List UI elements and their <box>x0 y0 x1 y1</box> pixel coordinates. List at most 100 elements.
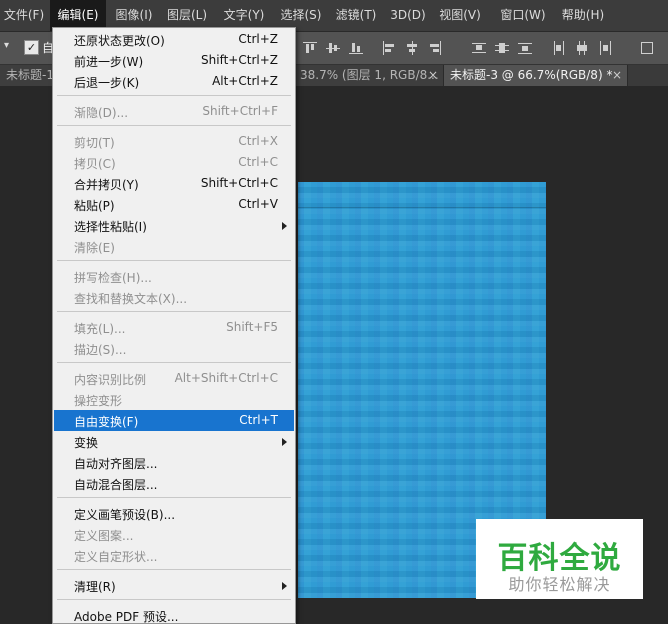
distribute-vcenter-icon[interactable] <box>495 41 509 55</box>
close-icon[interactable]: × <box>428 65 438 86</box>
menu-item-label: Adobe PDF 预设... <box>74 610 179 624</box>
menu-item-content-aware-scale[interactable]: 内容识别比例 Alt+Shift+Ctrl+C <box>54 368 294 389</box>
distribute-bottom-icon[interactable] <box>518 41 532 55</box>
menu-item-clear[interactable]: 清除(E) <box>54 236 294 257</box>
menu-separator <box>57 125 291 126</box>
menu-item-label: 操控变形 <box>74 394 123 408</box>
menu-item-shortcut: Shift+Ctrl+C <box>200 176 278 190</box>
menu-view[interactable]: 视图(V) <box>435 0 485 31</box>
menu-item-label: 定义图案... <box>74 529 134 543</box>
menu-item-label: 查找和替换文本(X)... <box>74 292 188 306</box>
submenu-arrow-icon <box>282 582 287 590</box>
menu-item-free-transform[interactable]: 自由变换(F) Ctrl+T <box>54 410 294 431</box>
align-hcenter-icon[interactable] <box>405 41 419 55</box>
tab-label: 38.7% (图层 1, RGB/8... <box>300 68 439 82</box>
menu-item-label: 剪切(T) <box>74 136 115 150</box>
distribute-hcenter-icon[interactable] <box>575 41 589 55</box>
menu-item-fill[interactable]: 填充(L)... Shift+F5 <box>54 317 294 338</box>
tab-document-2[interactable]: 38.7% (图层 1, RGB/8... × <box>290 65 444 86</box>
tab-untitled-1[interactable]: 未标题-1 <box>0 65 60 86</box>
menu-item-step-backward[interactable]: 后退一步(K) Alt+Ctrl+Z <box>54 71 294 92</box>
distribute-left-icon[interactable] <box>552 41 566 55</box>
menu-item-shortcut: Ctrl+X <box>238 134 278 148</box>
menu-item-label: 描边(S)... <box>74 343 127 357</box>
menu-item-label: 选择性粘贴(I) <box>74 220 147 234</box>
menu-separator <box>57 260 291 261</box>
menu-item-label: 内容识别比例 <box>74 373 147 387</box>
menu-item-label: 拼写检查(H)... <box>74 271 152 285</box>
menu-item-stroke[interactable]: 描边(S)... <box>54 338 294 359</box>
menu-item-define-custom-shape[interactable]: 定义自定形状... <box>54 545 294 566</box>
menu-window[interactable]: 窗口(W) <box>495 0 551 31</box>
menu-separator <box>57 497 291 498</box>
menu-item-shortcut: Ctrl+T <box>239 413 278 427</box>
menu-3d[interactable]: 3D(D) <box>388 0 428 31</box>
menu-item-label: 合并拷贝(Y) <box>74 178 139 192</box>
align-left-icon[interactable] <box>382 41 396 55</box>
menu-item-define-brush-preset[interactable]: 定义画笔预设(B)... <box>54 503 294 524</box>
menu-item-shortcut: Shift+Ctrl+F <box>202 104 278 118</box>
menu-item-shortcut: Shift+F5 <box>226 320 278 334</box>
menu-separator <box>57 362 291 363</box>
auto-select-checkbox[interactable]: ✓ <box>24 40 39 55</box>
menu-item-shortcut: Ctrl+Z <box>238 32 278 46</box>
menu-item-auto-blend-layers[interactable]: 自动混合图层... <box>54 473 294 494</box>
menu-item-copy-merged[interactable]: 合并拷贝(Y) Shift+Ctrl+C <box>54 173 294 194</box>
menu-item-label: 定义自定形状... <box>74 550 158 564</box>
tab-label: 未标题-3 @ 66.7%(RGB/8) * <box>450 68 613 82</box>
menu-item-shortcut: Alt+Ctrl+Z <box>212 74 278 88</box>
distribute-top-icon[interactable] <box>472 41 486 55</box>
menu-item-transform[interactable]: 变换 <box>54 431 294 452</box>
watermark-logo: 百科全说 助你轻松解决 <box>476 519 643 599</box>
menu-item-label: 变换 <box>74 436 99 450</box>
watermark-subtitle: 助你轻松解决 <box>508 575 611 594</box>
menu-item-label: 拷贝(C) <box>74 157 116 171</box>
menu-separator <box>57 599 291 600</box>
menu-item-label: 自动对齐图层... <box>74 457 158 471</box>
close-icon[interactable]: × <box>612 65 622 86</box>
menu-item-label: 填充(L)... <box>74 322 126 336</box>
align-top-icon[interactable] <box>303 41 317 55</box>
menu-separator <box>57 95 291 96</box>
menu-separator <box>57 569 291 570</box>
menu-file[interactable]: 文件(F) <box>0 0 48 31</box>
menu-item-label: 清理(R) <box>74 580 116 594</box>
menu-item-fade[interactable]: 渐隐(D)... Shift+Ctrl+F <box>54 101 294 122</box>
menu-help[interactable]: 帮助(H) <box>555 0 611 31</box>
menu-item-undo[interactable]: 还原状态更改(O) Ctrl+Z <box>54 29 294 50</box>
distribute-right-icon[interactable] <box>598 41 612 55</box>
menu-item-copy[interactable]: 拷贝(C) Ctrl+C <box>54 152 294 173</box>
edit-menu-dropdown: 还原状态更改(O) Ctrl+Z 前进一步(W) Shift+Ctrl+Z 后退… <box>52 27 296 624</box>
menu-item-step-forward[interactable]: 前进一步(W) Shift+Ctrl+Z <box>54 50 294 71</box>
tab-untitled-3[interactable]: 未标题-3 @ 66.7%(RGB/8) * × <box>444 65 628 86</box>
menu-item-shortcut: Alt+Shift+Ctrl+C <box>174 371 278 385</box>
align-right-icon[interactable] <box>428 41 442 55</box>
menu-item-auto-align-layers[interactable]: 自动对齐图层... <box>54 452 294 473</box>
menu-item-adobe-pdf-presets[interactable]: Adobe PDF 预设... <box>54 605 294 624</box>
align-vcenter-icon[interactable] <box>326 41 340 55</box>
menu-item-define-pattern[interactable]: 定义图案... <box>54 524 294 545</box>
tab-label: 未标题-1 <box>6 68 54 82</box>
menu-item-label: 清除(E) <box>74 241 115 255</box>
menu-item-puppet-warp[interactable]: 操控变形 <box>54 389 294 410</box>
align-bottom-icon[interactable] <box>349 41 363 55</box>
menu-item-label: 自由变换(F) <box>74 415 139 429</box>
menu-filter[interactable]: 滤镜(T) <box>332 0 380 31</box>
auto-align-icon[interactable] <box>640 41 654 55</box>
menu-item-check-spelling[interactable]: 拼写检查(H)... <box>54 266 294 287</box>
menu-separator <box>57 311 291 312</box>
menu-item-shortcut: Ctrl+V <box>238 197 278 211</box>
menu-item-find-replace[interactable]: 查找和替换文本(X)... <box>54 287 294 308</box>
menu-item-label: 还原状态更改(O) <box>74 34 165 48</box>
menu-item-label: 后退一步(K) <box>74 76 140 90</box>
menu-item-paste[interactable]: 粘贴(P) Ctrl+V <box>54 194 294 215</box>
menu-item-shortcut: Ctrl+C <box>238 155 278 169</box>
menu-item-paste-special[interactable]: 选择性粘贴(I) <box>54 215 294 236</box>
tool-preset-arrow-icon[interactable]: ▾ <box>4 40 9 51</box>
menu-item-cut[interactable]: 剪切(T) Ctrl+X <box>54 131 294 152</box>
canvas-guide-line <box>298 207 546 208</box>
menu-item-shortcut: Shift+Ctrl+Z <box>201 53 278 67</box>
menu-item-label: 渐隐(D)... <box>74 106 129 120</box>
menu-item-purge[interactable]: 清理(R) <box>54 575 294 596</box>
menu-item-label: 定义画笔预设(B)... <box>74 508 176 522</box>
